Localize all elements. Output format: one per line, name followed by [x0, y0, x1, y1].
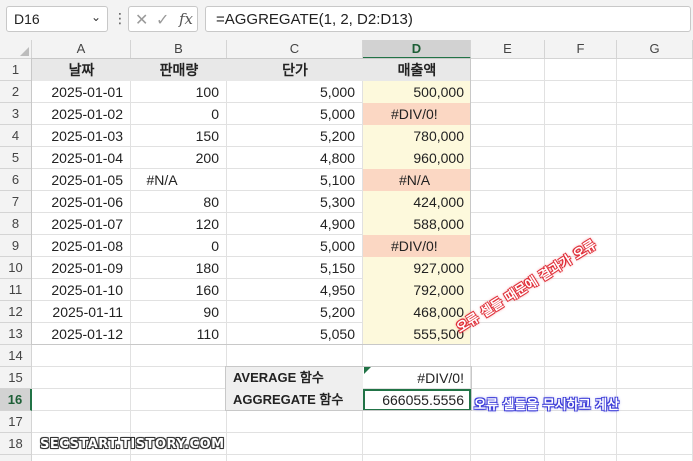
vertical-ellipsis-icon[interactable]: ⋮	[113, 10, 127, 28]
row-header-18[interactable]: 18	[0, 433, 32, 455]
column-header-f[interactable]: F	[545, 40, 617, 59]
annotation-ignore-note: 오류 셀들을 무시하고 계산	[474, 398, 620, 413]
row-header-15[interactable]: 15	[0, 367, 32, 389]
formula-buttons: ✕ ✓ fx	[128, 6, 198, 32]
row-header-12[interactable]: 12	[0, 301, 32, 323]
column-header-b[interactable]: B	[131, 40, 227, 59]
row-header-4[interactable]: 4	[0, 125, 32, 147]
row-header-6[interactable]: 6	[0, 169, 32, 191]
row-header-2[interactable]: 2	[0, 81, 32, 103]
formula-text: =AGGREGATE(1, 2, D2:D13)	[216, 11, 413, 28]
x-icon[interactable]: ✕	[135, 10, 148, 30]
row-header-7[interactable]: 7	[0, 191, 32, 213]
data-table-border	[31, 58, 471, 345]
checkmark-icon[interactable]: ✓	[156, 10, 169, 30]
row-header-13[interactable]: 13	[0, 323, 32, 345]
row-header-10[interactable]: 10	[0, 257, 32, 279]
column-header-c[interactable]: C	[227, 40, 363, 59]
annotation-error-note: 오류 셀들 때문에 결과가 오류	[454, 237, 600, 337]
watermark: SECSTART.TISTORY.COM	[40, 437, 225, 452]
column-header-g[interactable]: G	[617, 40, 693, 59]
name-box-value: D16	[14, 11, 40, 27]
results-border	[225, 366, 472, 411]
gridline-horizontal	[32, 454, 693, 455]
column-header-e[interactable]: E	[471, 40, 545, 59]
column-header-a[interactable]: A	[32, 40, 131, 59]
select-all-corner[interactable]	[0, 40, 32, 59]
row-header-14[interactable]: 14	[0, 345, 32, 367]
row-header-17[interactable]: 17	[0, 411, 32, 433]
chevron-down-icon[interactable]: ⌄	[91, 10, 101, 24]
row-header-1[interactable]: 1	[0, 59, 32, 81]
row-header-16[interactable]: 16	[0, 389, 32, 411]
row-header-8[interactable]: 8	[0, 213, 32, 235]
row-header-3[interactable]: 3	[0, 103, 32, 125]
name-box[interactable]: D16 ⌄	[6, 6, 108, 32]
row-header-9[interactable]: 9	[0, 235, 32, 257]
row-header-19[interactable]: 19	[0, 455, 32, 461]
formula-input[interactable]: =AGGREGATE(1, 2, D2:D13)	[205, 6, 691, 32]
formula-bar: D16 ⌄ ⋮ ✕ ✓ fx =AGGREGATE(1, 2, D2:D13)	[0, 0, 693, 40]
row-header-11[interactable]: 11	[0, 279, 32, 301]
column-header-d[interactable]: D	[363, 40, 471, 59]
gridline-horizontal	[32, 432, 693, 433]
row-header-5[interactable]: 5	[0, 147, 32, 169]
fx-icon[interactable]: fx	[179, 10, 193, 28]
